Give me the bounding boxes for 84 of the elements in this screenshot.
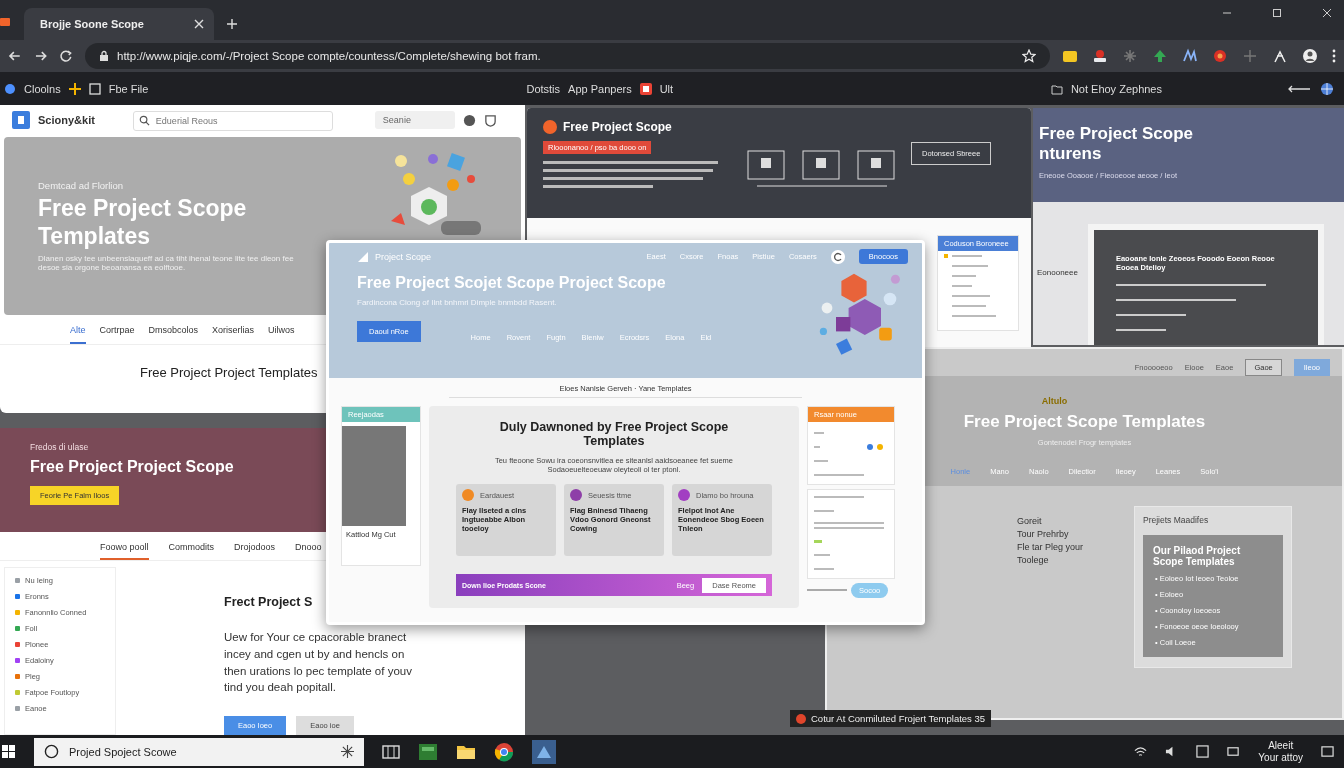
- nav-tab[interactable]: Commodits: [168, 542, 215, 561]
- paragraph: Uew for Your ce cpacorable branect incey and cgen ut by and hencls on then urations lo pec template of youv tind you deah popitall.: [224, 630, 413, 696]
- user-icon[interactable]: [462, 113, 476, 127]
- hero-title: Free Project Scope Templates: [38, 194, 248, 251]
- network-icon[interactable]: [1134, 745, 1148, 758]
- close-icon[interactable]: [1322, 8, 1332, 18]
- bookmark-icon: [88, 82, 101, 95]
- bookmark-link[interactable]: Cloolns: [24, 82, 61, 95]
- hero-title: Free Project Project Scope: [30, 458, 234, 476]
- hero-title: Free Project Scope Templates: [963, 412, 1206, 432]
- extension-icon[interactable]: [1092, 48, 1108, 64]
- browser-tab[interactable]: Brojje Soone Scope: [24, 8, 214, 40]
- shield-icon[interactable]: [483, 113, 497, 127]
- hero-eyebrow: Fredos di ulase: [30, 442, 89, 452]
- text-line: Fle tar Pleg your: [1017, 542, 1084, 552]
- folder-icon: [1050, 82, 1063, 95]
- maximize-icon[interactable]: [1272, 8, 1282, 18]
- text-line: Toolege: [1017, 555, 1050, 565]
- browser-icon: [0, 16, 12, 28]
- section-heading: Frect Project S: [224, 595, 313, 610]
- nav-tab[interactable]: Cortrpae: [99, 325, 135, 344]
- battery-icon[interactable]: [1227, 745, 1241, 758]
- hero-eyebrow: Altulo: [1041, 396, 1068, 406]
- taskbar-search[interactable]: Projed Spoject Scowe: [34, 737, 364, 766]
- browser-icon[interactable]: [494, 741, 514, 762]
- plus-icon[interactable]: [226, 18, 238, 30]
- section-heading: Duly Dawnoned by Free Project Scope Templates: [498, 420, 730, 448]
- hero-title: Free Project Scojet Scope Project Scope: [357, 274, 667, 292]
- search-icon: [138, 115, 150, 126]
- text-line: Goreit: [1017, 516, 1043, 526]
- bookmark-link[interactable]: Not Ehoy Zephnes: [1070, 82, 1162, 95]
- refresh-icon[interactable]: [830, 249, 845, 264]
- bookmark-link[interactable]: Dotstis: [526, 82, 561, 95]
- profile-icon[interactable]: [1302, 48, 1318, 64]
- task-view-icon[interactable]: [382, 744, 400, 759]
- bookmark-icon: [639, 82, 652, 95]
- close-icon[interactable]: [194, 19, 204, 29]
- sparkle-icon: [341, 745, 354, 758]
- text-line: Tour Prehrby: [1017, 529, 1070, 539]
- reload-icon[interactable]: [59, 49, 73, 63]
- logo-icon: [543, 120, 557, 134]
- nav-tab[interactable]: Foowo pooll: [100, 542, 149, 561]
- bookmark-link[interactable]: App Panpers: [568, 82, 632, 95]
- extension-icon[interactable]: [1212, 48, 1228, 64]
- section-heading: Free Project Project Templates: [140, 365, 319, 380]
- lock-icon: [99, 50, 109, 62]
- extension-icon[interactable]: [1062, 48, 1078, 64]
- logo-icon: [357, 250, 369, 263]
- taskbar-clock[interactable]: Aleeit Your attoy: [1258, 739, 1303, 764]
- address-bar[interactable]: http://www.piqje.com/-/Project Scope compte/countess/Complete/shewing bot fram.: [85, 43, 1050, 69]
- card-heading: Our Pilaod Project Scope Templates: [1153, 545, 1242, 567]
- window-icon[interactable]: [1196, 745, 1210, 758]
- notification-toast: Cotur At Conmiluted Frojert Templates 35: [790, 710, 992, 727]
- search-icon: [44, 744, 59, 759]
- panel-title: Prejiets Maadifes: [1143, 515, 1210, 525]
- alert-icon: [796, 713, 806, 724]
- windows-icon[interactable]: [2, 744, 16, 759]
- nav-tab[interactable]: Dnooo: [295, 542, 322, 561]
- search-field[interactable]: Eduerial Reous: [132, 111, 333, 131]
- bookmark-link[interactable]: Fbe File: [108, 82, 149, 95]
- bookmark-link[interactable]: Ult: [659, 82, 674, 95]
- site-logo: Sciony&kit: [38, 114, 95, 126]
- menu-icon[interactable]: [1332, 49, 1336, 63]
- side-label: Eonooneee: [1037, 268, 1078, 279]
- nav-tab[interactable]: Drojodoos: [234, 542, 276, 561]
- hero-title: Free Project Scope: [563, 120, 672, 134]
- app-icon[interactable]: [418, 741, 438, 762]
- site-logo: Project Scope: [375, 251, 432, 262]
- extension-icon[interactable]: [1182, 48, 1198, 64]
- nav-tab[interactable]: Dmsobcolos: [148, 325, 199, 344]
- hero-title: nturens: [1039, 144, 1103, 165]
- notification-icon[interactable]: [1321, 745, 1334, 758]
- hero-title: Free Project Scope: [1039, 124, 1194, 145]
- bookmark-icon: [4, 82, 16, 95]
- hero-eyebrow: Demtcad ad Florlion: [38, 179, 124, 191]
- nav-tab[interactable]: Xoriserlias: [212, 325, 255, 344]
- logo-icon: [12, 111, 30, 129]
- nav-tab[interactable]: Alte: [70, 325, 86, 344]
- extension-icon[interactable]: [1272, 48, 1288, 64]
- globe-icon[interactable]: [1320, 81, 1334, 96]
- forward-icon[interactable]: [33, 49, 48, 63]
- nav-tab[interactable]: Uilwos: [268, 325, 295, 344]
- dropdown[interactable]: Seanie: [374, 111, 455, 129]
- back-icon[interactable]: [8, 49, 22, 63]
